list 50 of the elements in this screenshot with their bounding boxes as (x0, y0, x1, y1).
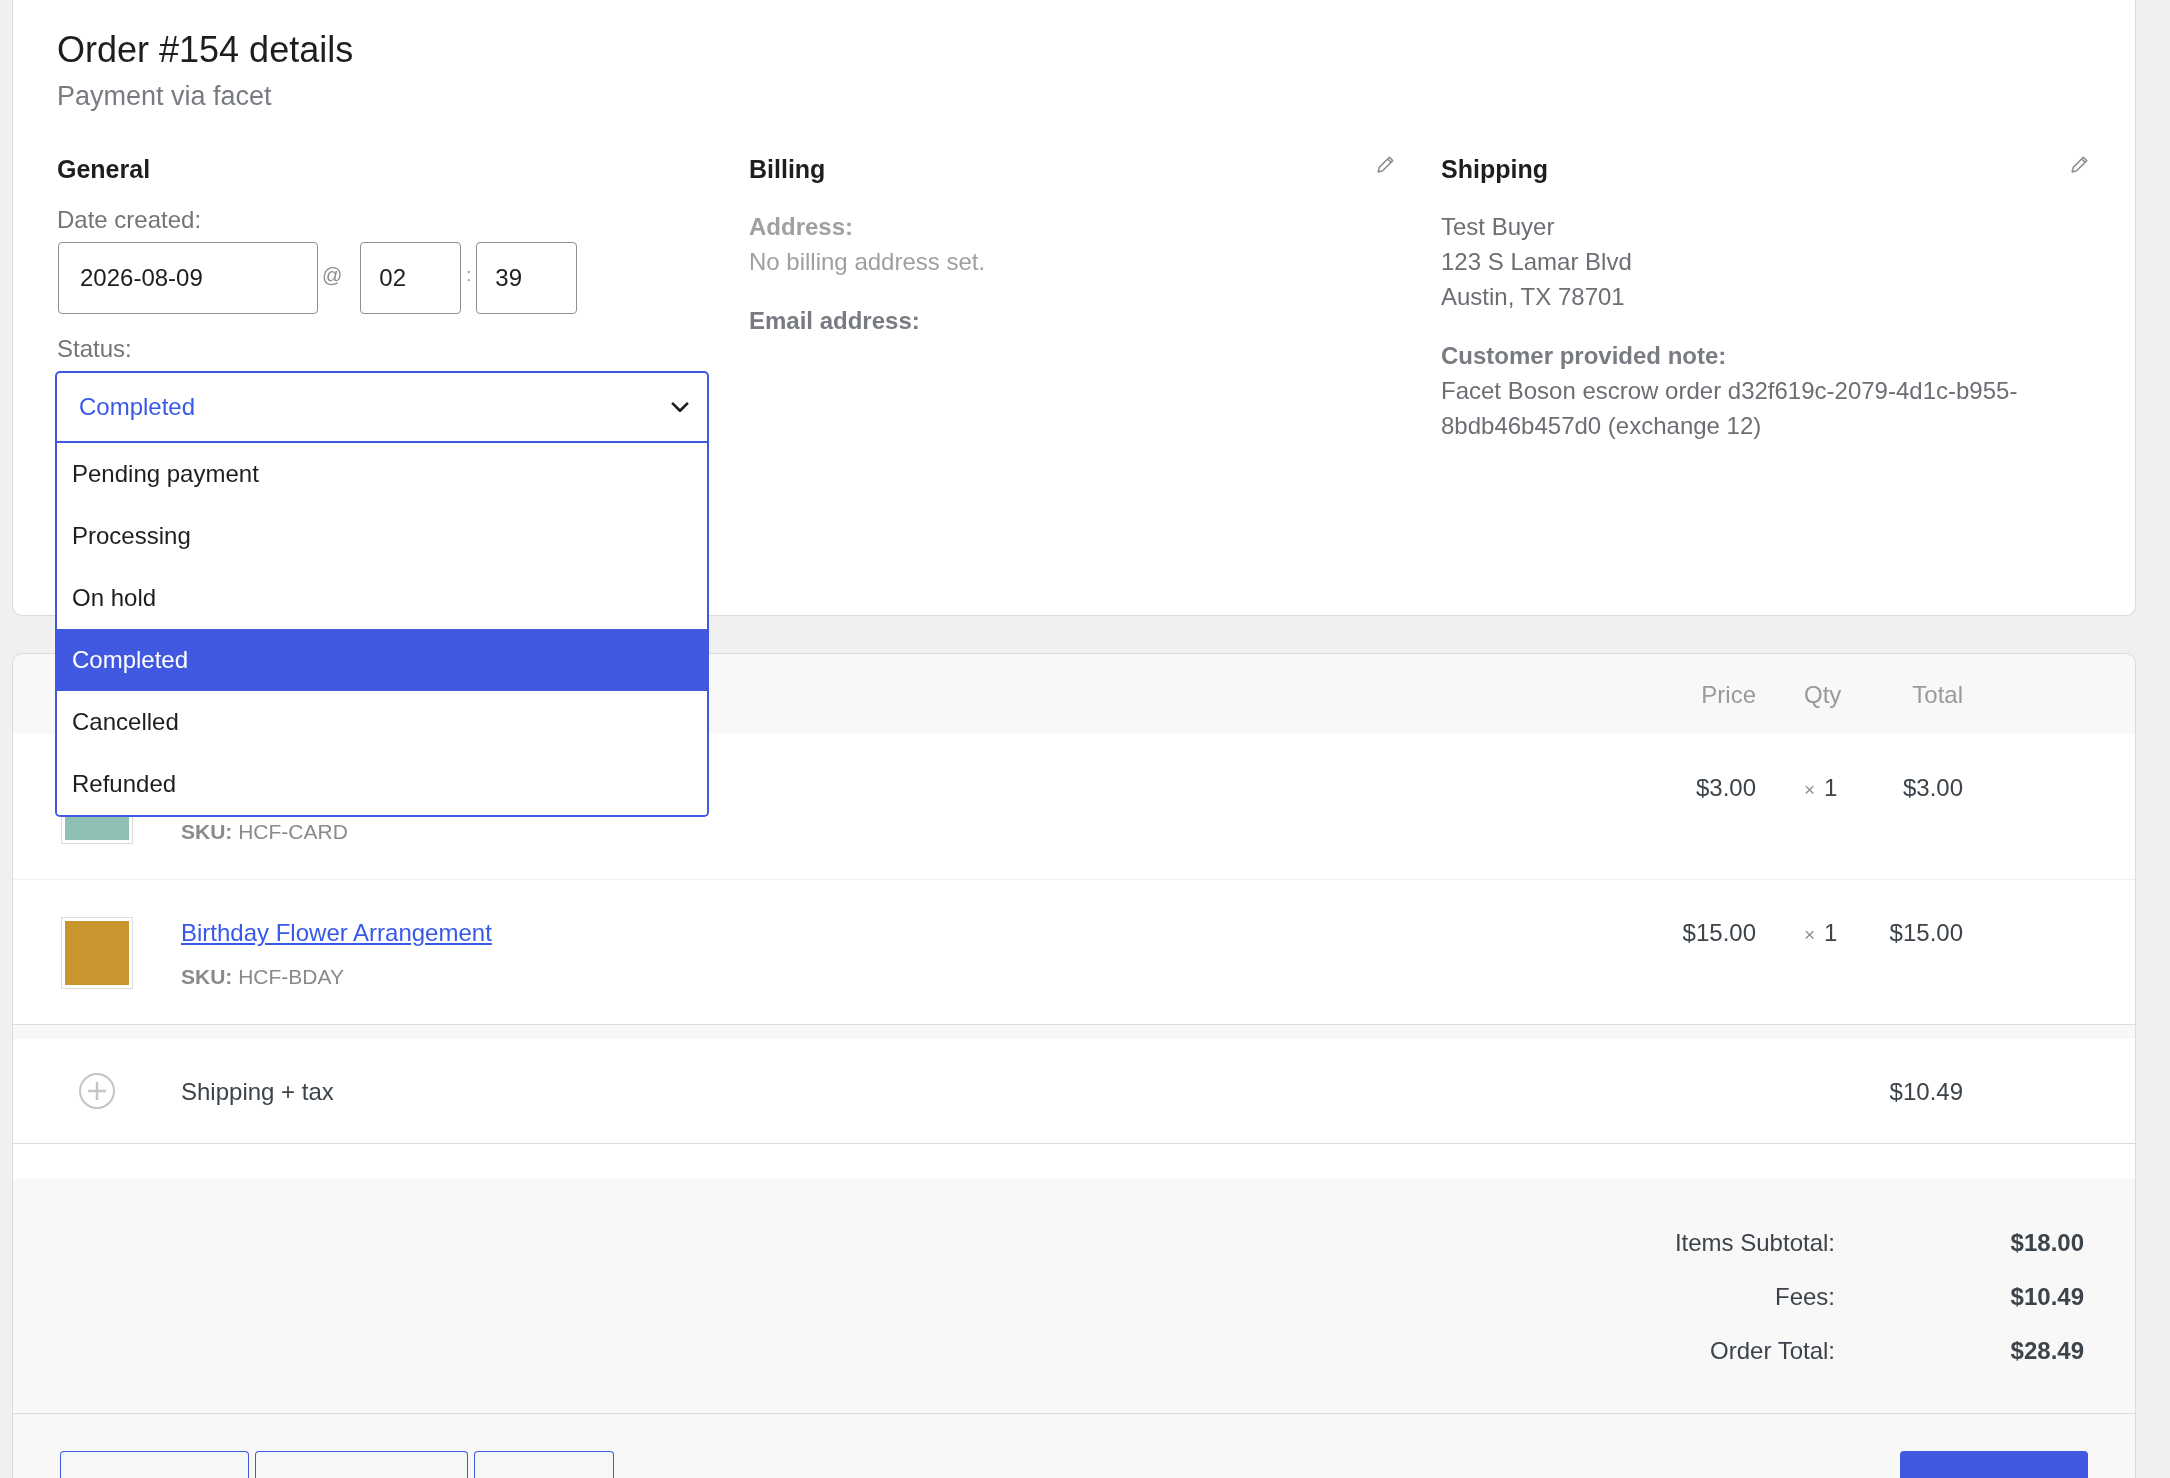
totals-label: Items Subtotal: (1674, 1228, 1835, 1258)
status-select[interactable]: Completed (55, 371, 709, 443)
sku-text: SKU: HCF-BDAY (181, 964, 344, 990)
fee-total-text: $10.49 (1889, 1076, 1963, 1107)
chevron-down-icon (671, 401, 689, 413)
email-address-label: Email address: (749, 306, 920, 336)
column-header: Total (1912, 679, 1963, 710)
hour-field[interactable]: 02 (360, 242, 462, 314)
section-heading: General (57, 154, 151, 185)
status-label: Status: (57, 334, 132, 364)
totals-label: Fees: (1774, 1282, 1835, 1312)
pencil-icon[interactable] (2071, 155, 2089, 173)
plus-circle-icon[interactable] (79, 1073, 115, 1109)
billing-address-text: No billing address set. (749, 247, 986, 277)
totals-label: Order Total: (1710, 1336, 1835, 1366)
address-label: Address: (749, 212, 854, 242)
secondary-button[interactable] (60, 1451, 249, 1478)
order-title: Order #154 details (57, 28, 354, 72)
line-total-text: $3.00 (1902, 773, 1963, 803)
fee-label: Shipping + tax (181, 1077, 334, 1105)
minute-field[interactable]: 39 (476, 242, 578, 314)
shipping-address-line: 123 S Lamar Blvd (1441, 247, 1632, 277)
sku-text: SKU: HCF-CARD (181, 819, 348, 845)
product-link[interactable]: Birthday Flower Arrangement (181, 915, 492, 950)
quantity-text: × 1 (1804, 918, 1838, 948)
at-sign-label: @ (322, 264, 343, 286)
line-total-text: $15.00 (1889, 918, 1963, 948)
status-option[interactable]: Completed (57, 629, 707, 691)
date-created-label: Date created: (57, 205, 202, 235)
photo-placeholder (61, 917, 133, 989)
payment-method-text: Payment via facet (57, 80, 272, 113)
section-heading: Shipping (1441, 154, 1548, 185)
secondary-button[interactable] (474, 1451, 614, 1478)
secondary-button[interactable] (255, 1451, 468, 1478)
column-header: Price (1701, 679, 1756, 710)
price-text: $15.00 (1682, 918, 1756, 948)
totals-value: $10.49 (2010, 1282, 2084, 1312)
price-text: $3.00 (1695, 773, 1756, 803)
customer-note-text: Facet Boson escrow order d32f619c-2079-4d1c-b955-8bdb46b457d0 (exchange 12) (1441, 376, 2019, 441)
totals-value: $18.00 (2010, 1228, 2084, 1258)
shipping-address-line: Test Buyer (1441, 212, 1555, 242)
time-separator-label: : (466, 264, 472, 286)
customer-note-label: Customer provided note: (1441, 341, 1727, 371)
quantity-text: × 1 (1804, 773, 1838, 803)
date-field[interactable]: 2026-08-09 (58, 242, 318, 314)
section-heading: Billing (749, 154, 826, 185)
pencil-icon[interactable] (1377, 155, 1395, 173)
shipping-address-line: Austin, TX 78701 (1441, 282, 1625, 312)
totals-value: $28.49 (2010, 1336, 2084, 1366)
column-header: Qty (1804, 679, 1842, 710)
